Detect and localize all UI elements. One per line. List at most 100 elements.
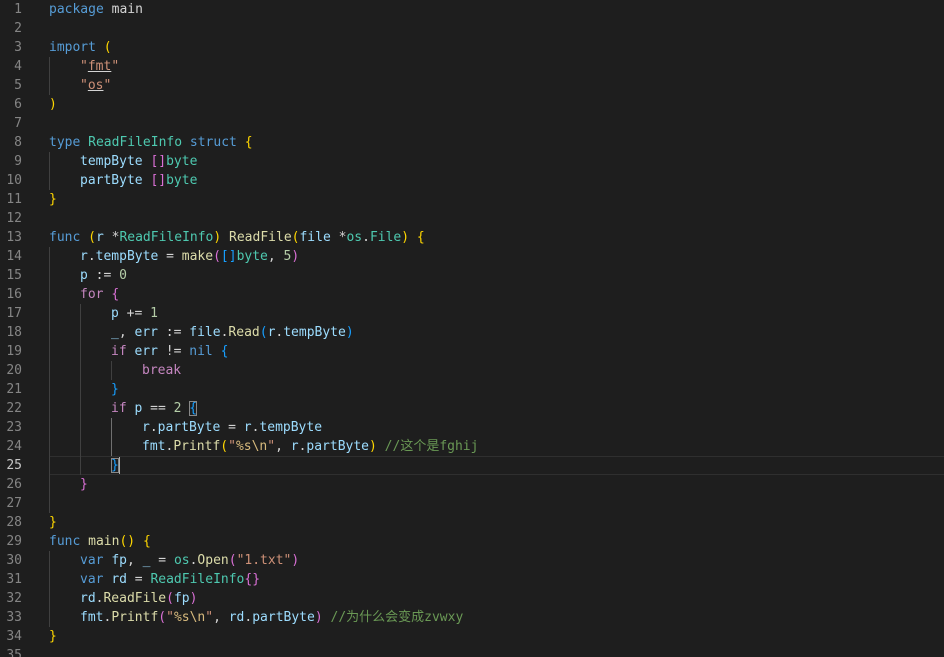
code-token: {} [244, 572, 261, 587]
code-token: ( [88, 230, 96, 245]
code-line[interactable]: 28} [0, 513, 944, 532]
indent-guide [49, 361, 50, 380]
code-token: } [49, 629, 57, 644]
code-line[interactable]: 22 if p == 2 { [0, 399, 944, 418]
line-code[interactable]: type ReadFileInfo struct { [49, 133, 944, 152]
code-line[interactable]: 12 [0, 209, 944, 228]
code-line[interactable]: 35 [0, 646, 944, 657]
line-code[interactable]: var rd = ReadFileInfo{} [49, 570, 944, 589]
code-token: os [173, 553, 190, 568]
line-code[interactable] [49, 19, 944, 38]
code-line[interactable]: 23 r.partByte = r.tempByte [0, 418, 944, 437]
line-code[interactable]: fmt.Printf("%s\n", r.partByte) //这个是fghi… [49, 437, 944, 456]
code-line[interactable]: 24 fmt.Printf("%s\n", r.partByte) //这个是fg… [0, 437, 944, 456]
indent-guide [49, 589, 50, 608]
line-number: 14 [6, 249, 22, 264]
code-line[interactable]: 1 package main [0, 0, 944, 19]
code-line[interactable]: 5 "os" [0, 76, 944, 95]
code-line[interactable]: 33 fmt.Printf("%s\n", rd.partByte) //为什么会… [0, 608, 944, 627]
code-line[interactable]: 34} [0, 627, 944, 646]
code-line[interactable]: 16 for { [0, 285, 944, 304]
line-code[interactable]: rd.ReadFile(fp) [49, 589, 944, 608]
code-line[interactable]: 14 r.tempByte = make([]byte, 5) [0, 247, 944, 266]
line-code[interactable]: partByte []byte [49, 171, 944, 190]
code-line[interactable]: 27 [0, 494, 944, 513]
line-code[interactable]: ) [49, 95, 944, 114]
code-line[interactable]: 32 rd.ReadFile(fp) [0, 589, 944, 608]
indent-guide [80, 399, 81, 418]
line-code[interactable]: package main [49, 0, 944, 19]
code-line[interactable]: 8 type ReadFileInfo struct { [0, 133, 944, 152]
line-code[interactable]: p := 0 [49, 266, 944, 285]
line-code[interactable]: } [49, 475, 944, 494]
code-token: r [142, 420, 150, 435]
code-line[interactable]: 21} [0, 380, 944, 399]
code-token: make [181, 249, 214, 264]
code-line[interactable]: 13 func (r *ReadFileInfo) ReadFile(file *… [0, 228, 944, 247]
code-token: " [267, 439, 276, 454]
code-line[interactable]: 25} [0, 456, 944, 475]
code-line[interactable]: 10 partByte []byte [0, 171, 944, 190]
line-code[interactable]: break [49, 361, 944, 380]
line-code[interactable] [49, 494, 944, 513]
code-token: r [290, 439, 299, 454]
code-line[interactable]: 19 if err != nil { [0, 342, 944, 361]
line-code[interactable] [49, 114, 944, 133]
code-line[interactable]: 2 [0, 19, 944, 38]
code-line[interactable]: 3 import ( [0, 38, 944, 57]
code-line[interactable]: 4 "fmt" [0, 57, 944, 76]
line-code[interactable]: p += 1 [49, 304, 944, 323]
code-line[interactable]: 20 break [0, 361, 944, 380]
line-code[interactable]: } [49, 513, 944, 532]
line-number: 19 [6, 344, 22, 359]
line-code[interactable] [49, 209, 944, 228]
line-code[interactable]: _, err := file.Read(r.tempByte) [49, 323, 944, 342]
line-code[interactable]: "os" [49, 76, 944, 95]
indent-guide [49, 304, 50, 323]
code-token: File [369, 230, 402, 245]
line-code[interactable]: "fmt" [49, 57, 944, 76]
code-token: } [49, 192, 57, 207]
code-token: ) [291, 249, 300, 264]
code-line[interactable]: 15 p := 0 [0, 266, 944, 285]
code-line[interactable]: 11} [0, 190, 944, 209]
code-token: file [299, 230, 331, 245]
code-token: if [111, 344, 127, 359]
code-token: %s\n [173, 610, 206, 625]
line-code[interactable]: } [49, 380, 944, 399]
code-line[interactable]: 30 var fp, _ = os.Open("1.txt") [0, 551, 944, 570]
code-line[interactable]: 7 [0, 114, 944, 133]
line-code[interactable]: func main() { [49, 532, 944, 551]
indent-guide [49, 456, 50, 475]
line-code[interactable]: r.partByte = r.tempByte [49, 418, 944, 437]
line-code[interactable]: } [49, 456, 944, 475]
line-code[interactable]: if err != nil { [49, 342, 944, 361]
code-token: Read [228, 325, 260, 340]
code-token: file [189, 325, 221, 340]
line-code[interactable]: r.tempByte = make([]byte, 5) [49, 247, 944, 266]
code-token: func [49, 230, 81, 245]
line-code[interactable]: import ( [49, 38, 944, 57]
line-code[interactable]: for { [49, 285, 944, 304]
code-line[interactable]: 6) [0, 95, 944, 114]
line-code[interactable]: var fp, _ = os.Open("1.txt") [49, 551, 944, 570]
code-line[interactable]: 9 tempByte []byte [0, 152, 944, 171]
line-code[interactable]: if p == 2 { [49, 399, 944, 418]
code-editor[interactable]: 1 package main 2 3 import (4 "fmt" 5 "os" 6) 7 8 ty… [0, 0, 944, 657]
line-code[interactable]: } [49, 627, 944, 646]
line-code[interactable] [49, 646, 944, 657]
code-token: var [80, 572, 104, 587]
code-token: , [118, 325, 135, 340]
code-line[interactable]: 29 func main() { [0, 532, 944, 551]
line-code[interactable]: } [49, 190, 944, 209]
line-code[interactable]: func (r *ReadFileInfo) ReadFile(file *os… [49, 228, 944, 247]
line-code[interactable]: fmt.Printf("%s\n", rd.partByte) //为什么会变成… [49, 608, 944, 627]
code-line[interactable]: 18 _, err := file.Read(r.tempByte) [0, 323, 944, 342]
code-line[interactable]: 17 p += 1 [0, 304, 944, 323]
line-code[interactable]: tempByte []byte [49, 152, 944, 171]
code-line[interactable]: 26} [0, 475, 944, 494]
code-line[interactable]: 31 var rd = ReadFileInfo{} [0, 570, 944, 589]
